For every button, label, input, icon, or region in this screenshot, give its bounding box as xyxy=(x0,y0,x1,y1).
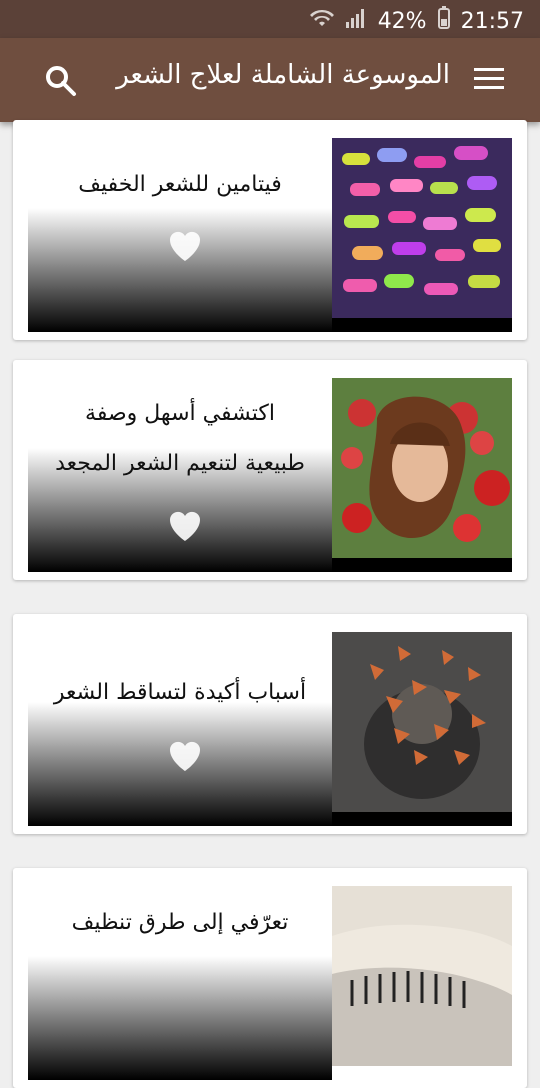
menu-icon[interactable] xyxy=(474,68,504,90)
autumn-leaves-image xyxy=(332,632,512,812)
page-title: الموسوعة الشاملة لعلاج الشعر xyxy=(116,60,450,90)
heart-icon[interactable] xyxy=(168,230,202,262)
battery-icon xyxy=(437,6,451,36)
article-card[interactable]: اكتشفي أسهل وصفة طبيعية لتنعيم الشعر الم… xyxy=(13,360,527,580)
status-icons: 42% 21:57 xyxy=(309,6,524,36)
app-bar: الموسوعة الشاملة لعلاج الشعر xyxy=(0,38,540,122)
card-title: فيتامين للشعر الخفيف xyxy=(78,172,282,197)
heart-icon[interactable] xyxy=(168,510,202,542)
hair-brush-image xyxy=(332,886,512,1066)
card-title-line: اكتشفي أسهل وصفة xyxy=(85,401,275,426)
pills-image xyxy=(332,138,512,318)
heart-icon[interactable] xyxy=(168,740,202,772)
status-bar: 42% 21:57 xyxy=(0,0,540,38)
wifi-icon xyxy=(309,6,334,36)
article-card[interactable]: تعرّفي إلى طرق تنظيف xyxy=(13,868,527,1088)
image-footer xyxy=(332,812,512,826)
card-overlay xyxy=(28,632,332,826)
image-footer xyxy=(332,558,512,572)
article-card[interactable]: فيتامين للشعر الخفيف xyxy=(13,120,527,340)
clock: 21:57 xyxy=(460,8,524,34)
image-footer xyxy=(332,318,512,332)
card-title: أسباب أكيدة لتساقط الشعر xyxy=(53,680,307,705)
article-card[interactable]: أسباب أكيدة لتساقط الشعر xyxy=(13,614,527,834)
search-icon[interactable] xyxy=(44,64,78,98)
woman-curly-hair-image xyxy=(332,378,512,558)
signal-icon xyxy=(344,6,368,36)
battery-percent: 42% xyxy=(377,8,427,34)
card-title: تعرّفي إلى طرق تنظيف xyxy=(71,910,289,935)
card-title-line: طبيعية لتنعيم الشعر المجعد xyxy=(55,451,305,476)
card-title: اكتشفي أسهل وصفة طبيعية لتنعيم الشعر الم… xyxy=(28,389,332,489)
